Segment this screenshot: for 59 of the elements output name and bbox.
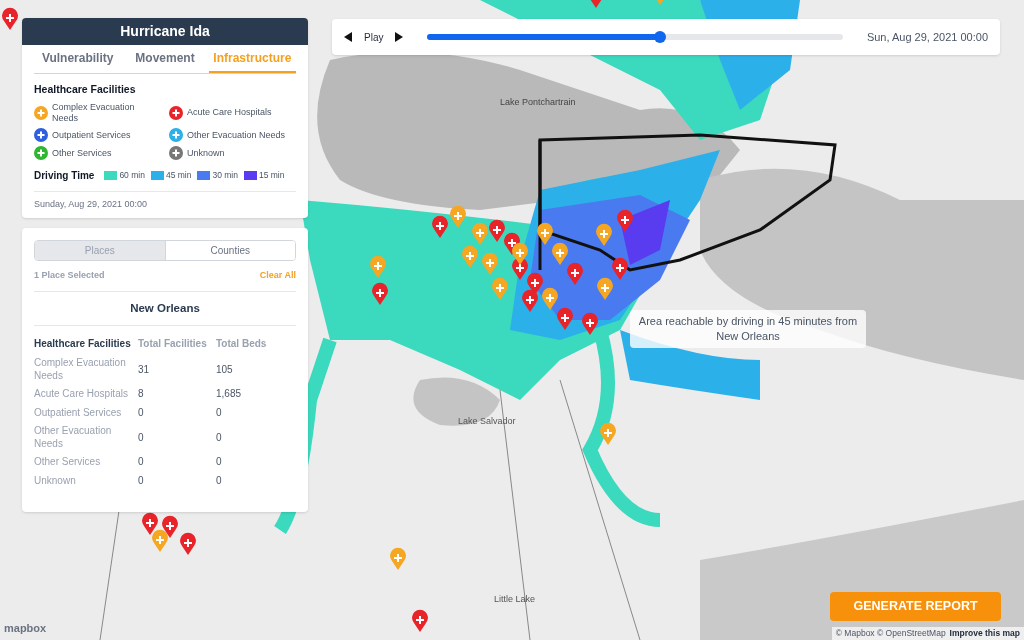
legend-title: Driving Time (34, 169, 95, 184)
map-label: Little Lake (494, 594, 536, 604)
slider-thumb[interactable] (654, 31, 667, 43)
time-slider[interactable] (427, 34, 843, 40)
panel-tab[interactable]: Vulnerability (34, 45, 122, 73)
legend-label: Other Services (52, 147, 112, 159)
column-header: Total Beds (216, 336, 268, 351)
table-cell: 8 (138, 385, 216, 404)
improve-map-link[interactable]: Improve this map (949, 627, 1020, 640)
legend-label: Acute Care Hospitals (187, 107, 272, 119)
plus-circle-icon (34, 128, 48, 143)
plus-circle-icon (34, 106, 48, 120)
legend-label: 30 min (212, 169, 238, 183)
map-tooltip: Area reachable by driving in 45 minutes from New Orleans (630, 310, 866, 349)
legend-label: 15 min (258, 169, 285, 183)
attribution-text: © Mapbox © OpenStreetMap (835, 627, 946, 640)
legend-title: Healthcare Facilities (33, 82, 137, 97)
table-cell-text: 0 (216, 473, 223, 488)
legend-label: Outpatient Services (52, 129, 131, 141)
table-cell-text: 105 (216, 362, 234, 377)
toggle-tab[interactable]: Counties (164, 241, 295, 260)
place-name: New Orleans (34, 291, 296, 326)
column-header: Total Facilities (138, 333, 216, 355)
panel-title: Hurricane Ida (22, 18, 308, 45)
table-cell: Other Services (34, 453, 138, 472)
legend-label: 60 min (119, 169, 145, 183)
table-cell-text: 0 (216, 405, 223, 420)
play-button[interactable]: Play (364, 29, 384, 45)
plus-circle-icon (169, 146, 183, 161)
legend-label: 45 min (165, 169, 192, 183)
table-cell: 0 (138, 422, 216, 454)
map-label: Lake Salvador (458, 416, 516, 426)
next-icon[interactable] (395, 32, 404, 42)
previous-icon[interactable] (344, 32, 352, 42)
mapbox-logo[interactable]: mapbox (4, 620, 47, 637)
plus-circle-icon (34, 146, 48, 161)
table-cell: Complex Evacuation Needs (34, 354, 138, 386)
legend-label: Complex Evacuation Needs (52, 101, 136, 125)
legend-label: Other Evacuation Needs (187, 129, 286, 141)
table-cell: Acute Care Hospitals (34, 385, 138, 404)
table-cell: Outpatient Services (34, 403, 138, 423)
column-header: Healthcare Facilities (34, 333, 138, 355)
legend-label: Unknown (187, 147, 225, 159)
map-label: Lake Pontchartrain (500, 97, 576, 107)
table-cell: Unknown (34, 471, 138, 491)
table-cell-text: 1,685 (216, 387, 243, 402)
selection-count: 1 Place Selected (34, 269, 105, 282)
table-cell-text: 0 (216, 455, 223, 470)
plus-circle-icon (169, 106, 183, 120)
table-cell: Other Evacuation Needs (34, 422, 138, 454)
table-cell: 0 (138, 403, 216, 423)
panel-tab[interactable]: Movement (121, 45, 209, 73)
table-cell-text: 0 (216, 430, 223, 445)
table-cell: 0 (138, 453, 216, 472)
table-cell: 31 (138, 354, 216, 386)
timeline-date: Sun, Aug 29, 2021 00:00 (866, 29, 988, 45)
date-label: Sunday, Aug 29, 2021 00:00 (33, 198, 148, 212)
table-cell: 0 (138, 471, 216, 491)
plus-circle-icon (169, 128, 183, 143)
